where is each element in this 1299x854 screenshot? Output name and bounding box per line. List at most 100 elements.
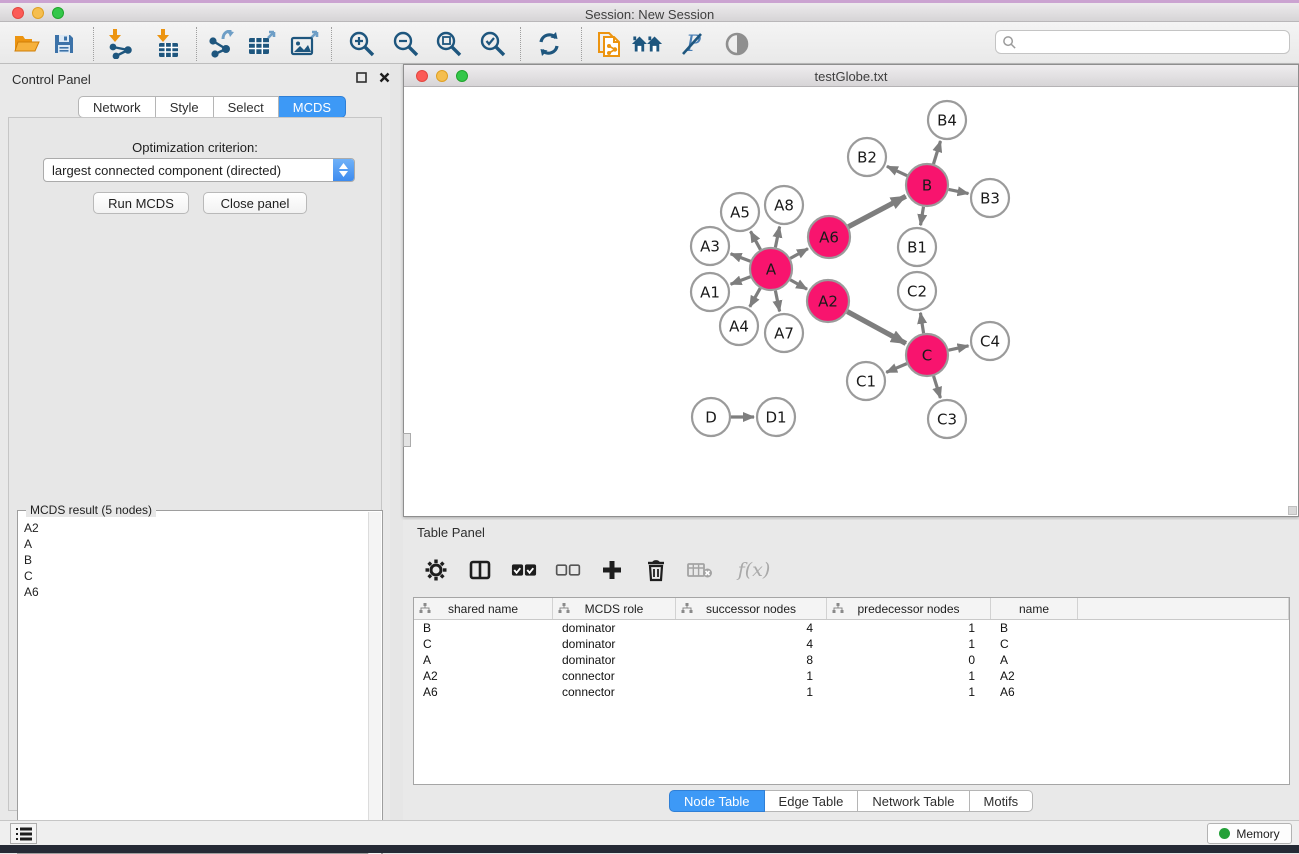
- export-network-icon[interactable]: [205, 29, 237, 59]
- desktop-edge: [0, 845, 1299, 853]
- table-row[interactable]: Bdominator41B: [414, 620, 1289, 636]
- list-icon: [16, 827, 32, 841]
- graph-edge[interactable]: [750, 288, 760, 307]
- graph-edge[interactable]: [775, 291, 779, 312]
- tab-mcds[interactable]: MCDS: [279, 96, 346, 118]
- graph-edge[interactable]: [775, 227, 779, 248]
- result-item[interactable]: B: [18, 551, 382, 567]
- zoom-fit-icon[interactable]: [433, 29, 465, 59]
- graph-node-label: D: [705, 408, 717, 426]
- zoom-selected-icon[interactable]: [477, 29, 509, 59]
- graph-node-label: C1: [856, 372, 876, 390]
- graph-edge[interactable]: [790, 249, 808, 259]
- gear-icon[interactable]: [423, 557, 449, 583]
- tab-style[interactable]: Style: [156, 96, 214, 118]
- graph-node-label: A2: [818, 292, 838, 310]
- memory-button[interactable]: Memory: [1207, 823, 1292, 844]
- result-item[interactable]: C: [18, 567, 382, 583]
- close-panel-button[interactable]: Close panel: [203, 192, 307, 214]
- table-toolbar: f(x): [413, 548, 777, 592]
- graph-edge[interactable]: [948, 346, 968, 350]
- graph-node-label: A8: [774, 196, 794, 214]
- network-graph: B4B2BB3A8A5A6A3B1AC2A1A2A4A7C4CC1DD1C3: [404, 87, 1298, 516]
- search-input[interactable]: [1017, 33, 1289, 51]
- network-canvas[interactable]: B4B2BB3A8A5A6A3B1AC2A1A2A4A7C4CC1DD1C3: [404, 87, 1298, 516]
- close-panel-icon[interactable]: [379, 72, 390, 83]
- import-table-icon[interactable]: [151, 29, 183, 59]
- graph-edge[interactable]: [921, 207, 924, 226]
- network-window-titlebar[interactable]: testGlobe.txt: [404, 65, 1298, 87]
- column-visibility-icon[interactable]: [467, 557, 493, 583]
- graph-edge[interactable]: [920, 313, 923, 334]
- function-builder-icon[interactable]: f(x): [731, 557, 777, 583]
- search-icon: [1002, 35, 1017, 50]
- table-row[interactable]: Cdominator41C: [414, 636, 1289, 652]
- graph-edge[interactable]: [934, 376, 941, 398]
- table-row[interactable]: A6connector11A6: [414, 684, 1289, 700]
- graph-edge[interactable]: [887, 166, 907, 175]
- mcds-result-title: MCDS result (5 nodes): [26, 503, 156, 517]
- graph-node-label: C3: [937, 410, 957, 428]
- tab-network[interactable]: Network: [78, 96, 156, 118]
- graph-edge[interactable]: [848, 196, 905, 226]
- tab-node-table[interactable]: Node Table: [669, 790, 765, 812]
- zoom-out-icon[interactable]: [390, 29, 422, 59]
- main-toolbar: P: [0, 22, 1299, 64]
- clone-network-icon[interactable]: [594, 29, 626, 59]
- add-column-icon[interactable]: [599, 557, 625, 583]
- run-mcds-button[interactable]: Run MCDS: [93, 192, 189, 214]
- select-all-icon[interactable]: [511, 557, 537, 583]
- delete-column-icon[interactable]: [643, 557, 669, 583]
- table-row[interactable]: Adominator80A: [414, 652, 1289, 668]
- column-header-successor-nodes[interactable]: successor nodes: [676, 598, 827, 619]
- deselect-all-icon[interactable]: [555, 557, 581, 583]
- graph-edge[interactable]: [949, 189, 969, 193]
- tab-network-table[interactable]: Network Table: [858, 790, 969, 812]
- export-table-icon[interactable]: [246, 29, 278, 59]
- graph-edge[interactable]: [847, 312, 906, 344]
- memory-label: Memory: [1236, 827, 1279, 841]
- graph-edge[interactable]: [731, 277, 751, 284]
- optimization-criterion-label: Optimization criterion:: [9, 140, 381, 155]
- graph-node-label: B4: [937, 111, 957, 129]
- graph-edge[interactable]: [751, 231, 761, 249]
- app-titlebar: Session: New Session: [0, 3, 1299, 22]
- result-item[interactable]: A6: [18, 583, 382, 599]
- import-network-icon[interactable]: [105, 29, 137, 59]
- task-history-button[interactable]: [10, 823, 37, 844]
- column-header-predecessor-nodes[interactable]: predecessor nodes: [827, 598, 991, 619]
- save-session-icon[interactable]: [48, 29, 80, 59]
- attribute-type-icon: [681, 603, 693, 614]
- graph-edge[interactable]: [790, 280, 807, 289]
- export-image-icon[interactable]: [289, 29, 321, 59]
- open-folder-icon[interactable]: [11, 29, 43, 59]
- graph-edge[interactable]: [933, 141, 940, 164]
- tab-edge-table[interactable]: Edge Table: [765, 790, 859, 812]
- column-header-shared-name[interactable]: shared name: [414, 598, 553, 619]
- search-box[interactable]: [995, 30, 1290, 54]
- float-panel-icon[interactable]: [356, 72, 367, 83]
- result-scrollbar[interactable]: [368, 512, 381, 854]
- column-header-mcds-role[interactable]: MCDS role: [553, 598, 676, 619]
- graph-edge[interactable]: [731, 254, 751, 261]
- graph-edge[interactable]: [886, 364, 907, 373]
- table-row[interactable]: A2connector11A2: [414, 668, 1289, 684]
- network-scrollbar-thumb[interactable]: [403, 433, 411, 447]
- tab-select[interactable]: Select: [214, 96, 279, 118]
- zoom-in-icon[interactable]: [346, 29, 378, 59]
- home-pages-icon[interactable]: [631, 29, 663, 59]
- graph-node-label: C4: [980, 332, 1000, 350]
- column-header-name[interactable]: name: [991, 598, 1078, 619]
- graph-node-label: B1: [907, 238, 927, 256]
- hide-graphics-icon[interactable]: P: [676, 29, 708, 59]
- refresh-layout-icon[interactable]: [533, 29, 565, 59]
- node-table: shared name MCDS role successor nodes pr…: [413, 597, 1290, 785]
- tab-motifs[interactable]: Motifs: [970, 790, 1034, 812]
- criterion-select[interactable]: largest connected component (directed): [43, 158, 355, 182]
- graph-node-label: A4: [729, 317, 749, 335]
- result-item[interactable]: A2: [18, 519, 382, 535]
- birdseye-icon[interactable]: [721, 29, 753, 59]
- network-resize-grip[interactable]: [1288, 506, 1297, 515]
- result-item[interactable]: A: [18, 535, 382, 551]
- delete-table-icon[interactable]: [687, 557, 713, 583]
